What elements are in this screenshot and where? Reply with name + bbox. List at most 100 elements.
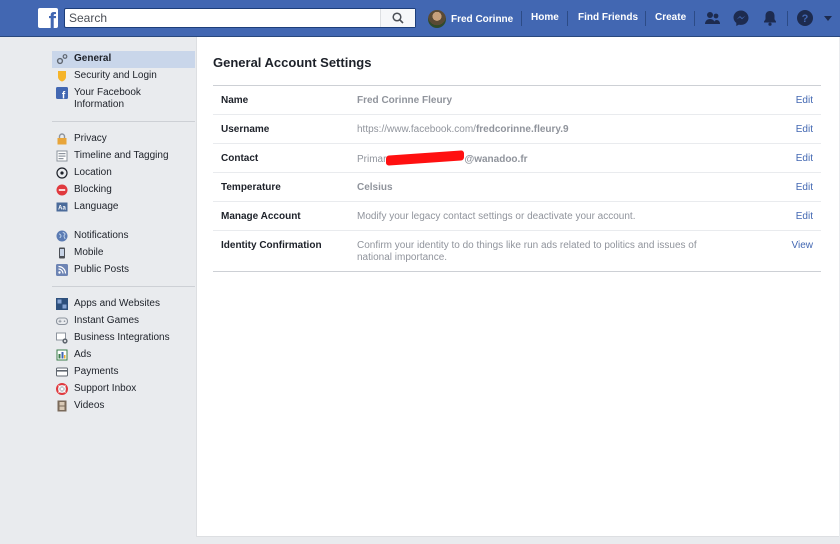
sidebar-item-label: Security and Login [74, 70, 157, 81]
search-icon [392, 12, 404, 24]
sidebar-item-support-inbox[interactable]: Support Inbox [52, 381, 195, 398]
sidebar-item-payments[interactable]: Payments [52, 364, 195, 381]
sidebar-item-instant-games[interactable]: Instant Games [52, 313, 195, 330]
sidebar-item-label: Instant Games [74, 315, 140, 326]
sidebar-item-your-facebook-information[interactable]: f Your Facebook Information [52, 85, 195, 114]
gamepad-icon [56, 315, 68, 327]
sidebar-item-label: Language [74, 201, 119, 212]
setting-label: Name [221, 95, 249, 106]
setting-label: Contact [221, 153, 259, 164]
facebook-icon: f [56, 87, 68, 99]
sidebar-item-ads[interactable]: Ads [52, 347, 195, 364]
contact-prefix: Primar [357, 154, 387, 165]
block-icon [56, 184, 68, 196]
apps-icon [56, 298, 68, 310]
notifications-bell-icon[interactable] [761, 9, 779, 27]
username-handle: fredcorinne.fleury.9 [475, 124, 569, 135]
sidebar-item-label: Apps and Websites [74, 298, 160, 309]
page-title: General Account Settings [213, 55, 372, 70]
settings-row-contact: Contact Primar @wanadoo.fr Edit [213, 144, 821, 173]
settings-row-identity-confirmation: Identity Confirmation Confirm your ident… [213, 231, 821, 271]
search-button[interactable] [380, 9, 415, 27]
nav-divider [645, 11, 646, 26]
sidebar-item-label: General [74, 53, 112, 64]
sidebar-item-security-and-login[interactable]: Security and Login [52, 68, 195, 85]
profile-name: Fred Corinne [451, 13, 514, 25]
svg-text:Aa: Aa [58, 206, 66, 212]
edit-contact-link[interactable]: Edit [796, 153, 813, 164]
sidebar-item-public-posts[interactable]: Public Posts [52, 262, 195, 279]
svg-text:?: ? [802, 13, 809, 25]
avatar [428, 10, 446, 28]
setting-label: Identity Confirmation [221, 240, 322, 251]
sidebar-item-label: Privacy [74, 133, 107, 144]
sidebar-item-label: Payments [74, 366, 119, 377]
sidebar-item-blocking[interactable]: Blocking [52, 182, 195, 199]
language-icon: Aa [56, 201, 68, 213]
sidebar-item-privacy[interactable]: Privacy [52, 131, 195, 148]
sidebar-item-videos[interactable]: Videos [52, 398, 195, 415]
credit-card-icon [56, 366, 68, 378]
sidebar-item-label: Support Inbox [74, 383, 137, 394]
facebook-logo[interactable]: f [38, 8, 58, 28]
lock-icon [56, 133, 68, 145]
edit-name-link[interactable]: Edit [796, 95, 813, 106]
sidebar-item-mobile[interactable]: Mobile [52, 245, 195, 262]
sidebar-item-label: Videos [74, 400, 105, 411]
sidebar-item-notifications[interactable]: Notifications [52, 228, 195, 245]
sidebar-item-location[interactable]: Location [52, 165, 195, 182]
sidebar-item-label: Timeline and Tagging [74, 150, 169, 161]
sidebar-item-label: Ads [74, 349, 92, 360]
sidebar-item-apps-and-websites[interactable]: Apps and Websites [52, 296, 195, 313]
settings-row-username: Username https://www.facebook.com/fredco… [213, 115, 821, 144]
sidebar-item-label: Notifications [74, 230, 129, 241]
film-icon [56, 400, 68, 412]
setting-value: Modify your legacy contact settings or d… [357, 211, 636, 222]
timeline-icon [56, 150, 68, 162]
business-icon [56, 332, 68, 344]
sidebar-item-general[interactable]: General [52, 51, 195, 68]
page-body: General Security and Login f Your Facebo… [0, 37, 840, 544]
home-link[interactable]: Home [531, 12, 559, 23]
globe-icon [56, 230, 68, 242]
edit-manage-account-link[interactable]: Edit [796, 211, 813, 222]
edit-username-link[interactable]: Edit [796, 124, 813, 135]
view-identity-confirmation-link[interactable]: View [792, 240, 814, 251]
sidebar-item-label: Location [74, 167, 112, 178]
mobile-icon [56, 247, 68, 259]
edit-temperature-link[interactable]: Edit [796, 182, 813, 193]
gear-icon [56, 53, 68, 65]
setting-value: Primar @wanadoo.fr [357, 150, 697, 166]
settings-sidebar: General Security and Login f Your Facebo… [52, 51, 195, 415]
nav-divider [567, 11, 568, 26]
lifebuoy-icon [56, 383, 68, 395]
search-input[interactable] [65, 9, 381, 27]
sidebar-item-business-integrations[interactable]: Business Integrations [52, 330, 195, 347]
sidebar-divider [52, 121, 195, 122]
nav-divider [787, 11, 788, 26]
create-link[interactable]: Create [655, 12, 686, 23]
help-icon[interactable]: ? [796, 9, 814, 27]
settings-table: Name Fred Corinne Fleury Edit Username h… [213, 85, 821, 272]
account-menu-chevron-down-icon[interactable] [822, 9, 834, 27]
sidebar-item-language[interactable]: Aa Language [52, 199, 195, 216]
sidebar-item-label: Your Facebook Information [74, 87, 141, 110]
setting-label: Temperature [221, 182, 281, 193]
find-friends-link[interactable]: Find Friends [578, 12, 638, 23]
sidebar-divider [52, 286, 195, 287]
sidebar-item-label: Mobile [74, 247, 104, 258]
shield-icon [56, 70, 68, 82]
messenger-icon[interactable] [732, 9, 750, 27]
username-url-prefix: https://www.facebook.com/ [357, 124, 476, 135]
contact-domain: @wanadoo.fr [464, 154, 528, 165]
friend-requests-icon[interactable] [703, 9, 721, 27]
sidebar-item-timeline-and-tagging[interactable]: Timeline and Tagging [52, 148, 195, 165]
profile-link[interactable]: Fred Corinne [428, 10, 513, 28]
rss-icon [56, 264, 68, 276]
redaction-mark [386, 150, 465, 166]
sidebar-item-label: Blocking [74, 184, 112, 195]
search-box [64, 8, 416, 28]
location-icon [56, 167, 68, 179]
settings-row-manage-account: Manage Account Modify your legacy contac… [213, 202, 821, 231]
settings-row-temperature: Temperature Celsius Edit [213, 173, 821, 202]
